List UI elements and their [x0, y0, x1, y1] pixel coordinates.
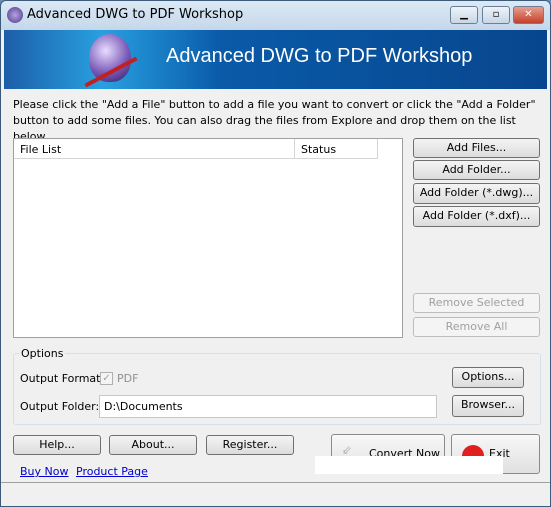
pdf-checkbox-label: PDF: [117, 372, 139, 385]
app-icon: [7, 7, 23, 23]
status-bar: [1, 482, 550, 483]
maximize-button[interactable]: ▫: [482, 6, 510, 24]
about-button[interactable]: About...: [109, 435, 197, 455]
banner-title: Advanced DWG to PDF Workshop: [166, 45, 473, 67]
column-header-file-list[interactable]: File List: [14, 139, 295, 159]
help-button[interactable]: Help...: [13, 435, 101, 455]
ink-bottle-logo-icon: [89, 34, 131, 82]
buy-now-link[interactable]: Buy Now: [20, 465, 68, 478]
options-button[interactable]: Options...: [452, 367, 524, 388]
minimize-button[interactable]: ▁: [450, 6, 478, 24]
banner: Advanced DWG to PDF Workshop: [4, 30, 547, 89]
remove-selected-button[interactable]: Remove Selected: [413, 293, 540, 313]
add-folder-button[interactable]: Add Folder...: [413, 160, 540, 180]
add-files-button[interactable]: Add Files...: [413, 138, 540, 158]
add-folder-dwg-button[interactable]: Add Folder (*.dwg)...: [413, 183, 540, 204]
product-page-link[interactable]: Product Page: [76, 465, 148, 478]
output-folder-label: Output Folder:: [20, 400, 100, 413]
file-list[interactable]: File List Status: [13, 138, 403, 338]
convert-arrow-icon: ⇙: [342, 443, 353, 457]
output-format-label: Output Format:: [20, 372, 105, 385]
app-window: Advanced DWG to PDF Workshop ▁ ▫ ✕ Advan…: [0, 0, 551, 507]
browser-button[interactable]: Browser...: [452, 395, 524, 417]
output-folder-input[interactable]: D:\Documents: [99, 395, 437, 418]
remove-all-button[interactable]: Remove All: [413, 317, 540, 337]
options-group-label: Options: [19, 347, 66, 360]
render-artifact: [315, 456, 503, 474]
title-bar: Advanced DWG to PDF Workshop ▁ ▫ ✕: [1, 1, 550, 30]
column-header-status[interactable]: Status: [295, 139, 378, 159]
window-title: Advanced DWG to PDF Workshop: [27, 7, 244, 22]
close-button[interactable]: ✕: [513, 6, 544, 24]
pdf-checkbox[interactable]: ✓: [100, 372, 113, 385]
register-button[interactable]: Register...: [206, 435, 294, 455]
add-folder-dxf-button[interactable]: Add Folder (*.dxf)...: [413, 206, 540, 227]
